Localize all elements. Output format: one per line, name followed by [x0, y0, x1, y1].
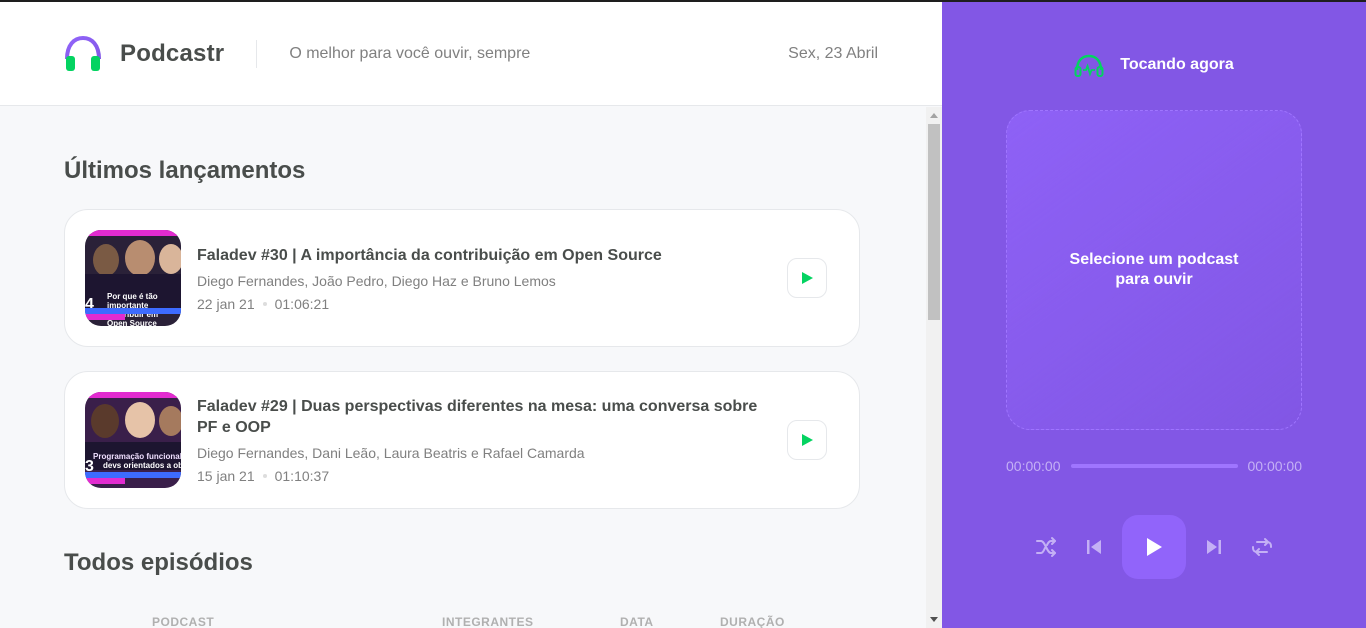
play-episode-button[interactable] — [787, 420, 827, 460]
now-playing-label: Tocando agora — [1120, 56, 1234, 73]
progress-section: 00:00:00 00:00:00 — [1006, 458, 1302, 474]
app: Podcastr O melhor para você ouvir, sempr… — [0, 2, 1366, 628]
episode-thumbnail[interactable]: Programação funcional devs orientados a … — [85, 392, 181, 488]
latest-episodes-title: Últimos lançamentos — [64, 157, 306, 184]
current-date: Sex, 23 Abril — [788, 44, 878, 62]
episode-duration: 01:10:37 — [274, 468, 330, 484]
scroll-up-arrow-icon[interactable] — [930, 113, 938, 118]
episode-members: Diego Fernandes, Dani Leão, Laura Beatri… — [197, 445, 585, 461]
current-time: 00:00:00 — [1006, 458, 1061, 474]
column-header: DATA — [620, 615, 654, 628]
logo[interactable]: Podcastr — [64, 35, 224, 73]
episodes-table-header: PODCAST INTEGRANTES DATA DURAÇÃO — [64, 615, 862, 628]
player-controls — [942, 515, 1366, 579]
scrollbar-thumb[interactable] — [928, 124, 940, 320]
thumbnail-caption: devs orientados a objetos — [103, 461, 181, 470]
skip-next-icon — [1207, 540, 1221, 554]
episode-details: Faladev #30 | A importância da contribui… — [197, 245, 839, 312]
episode-card[interactable]: Por que é tão importante contribuir em O… — [64, 209, 860, 347]
shuffle-button[interactable] — [1022, 515, 1070, 579]
tagline: O melhor para você ouvir, sempre — [289, 44, 531, 62]
header-divider — [256, 39, 258, 68]
total-time: 00:00:00 — [1247, 458, 1303, 474]
episode-details: Faladev #29 | Duas perspectivas diferent… — [197, 396, 839, 484]
play-episode-button[interactable] — [787, 258, 827, 298]
episode-members: Diego Fernandes, João Pedro, Diego Haz e… — [197, 272, 556, 289]
play-green-icon — [802, 434, 813, 446]
app-header: Podcastr O melhor para você ouvir, sempr… — [0, 2, 942, 106]
play-button[interactable] — [1122, 515, 1186, 579]
play-icon — [1147, 538, 1162, 556]
progress-slider[interactable] — [1070, 464, 1238, 468]
scroll-down-arrow-icon[interactable] — [930, 617, 938, 622]
repeat-button[interactable] — [1238, 515, 1286, 579]
shuffle-icon — [1036, 537, 1056, 557]
meta-separator-dot — [262, 474, 267, 478]
previous-button[interactable] — [1070, 515, 1118, 579]
next-button[interactable] — [1190, 515, 1238, 579]
now-playing-header: Tocando agora — [942, 53, 1366, 77]
play-green-icon — [802, 272, 813, 284]
thumbnail-number: 3 — [85, 458, 94, 475]
meta-separator-dot — [262, 301, 267, 306]
episode-meta: 15 jan 21 01:10:37 — [197, 468, 779, 484]
home-content: Últimos lançamentos Por que é tão import… — [0, 107, 926, 628]
empty-player-message: Selecione um podcast para ouvir — [1069, 251, 1239, 288]
episode-title-link[interactable]: Faladev #29 | Duas perspectivas diferent… — [197, 398, 757, 436]
episode-card[interactable]: Programação funcional devs orientados a … — [64, 371, 860, 509]
thumbnail-caption-small: Programação funcional — [93, 452, 181, 461]
episode-date: 22 jan 21 — [197, 295, 255, 312]
player-panel: Tocando agora Selecione um podcast para … — [942, 2, 1366, 628]
skip-previous-icon — [1087, 540, 1101, 554]
episode-title-link[interactable]: Faladev #30 | A importância da contribui… — [197, 247, 662, 264]
episode-meta: 22 jan 21 01:06:21 — [197, 296, 779, 312]
all-episodes-title: Todos episódios — [64, 549, 253, 576]
column-header: INTEGRANTES — [442, 615, 534, 628]
vertical-scrollbar[interactable] — [926, 107, 942, 628]
headphones-pulse-icon — [1074, 54, 1104, 77]
headphones-logo-icon — [65, 35, 101, 71]
empty-player-area: Selecione um podcast para ouvir — [1006, 110, 1302, 430]
repeat-icon — [1252, 538, 1272, 556]
column-header: PODCAST — [152, 615, 215, 628]
main-column: Podcastr O melhor para você ouvir, sempr… — [0, 2, 942, 628]
episode-thumbnail[interactable]: Por que é tão importante contribuir em O… — [85, 230, 181, 326]
column-header: DURAÇÃO — [720, 615, 785, 628]
episode-date: 15 jan 21 — [197, 468, 255, 484]
episode-duration: 01:06:21 — [274, 295, 330, 312]
logo-text: Podcastr — [120, 39, 225, 67]
